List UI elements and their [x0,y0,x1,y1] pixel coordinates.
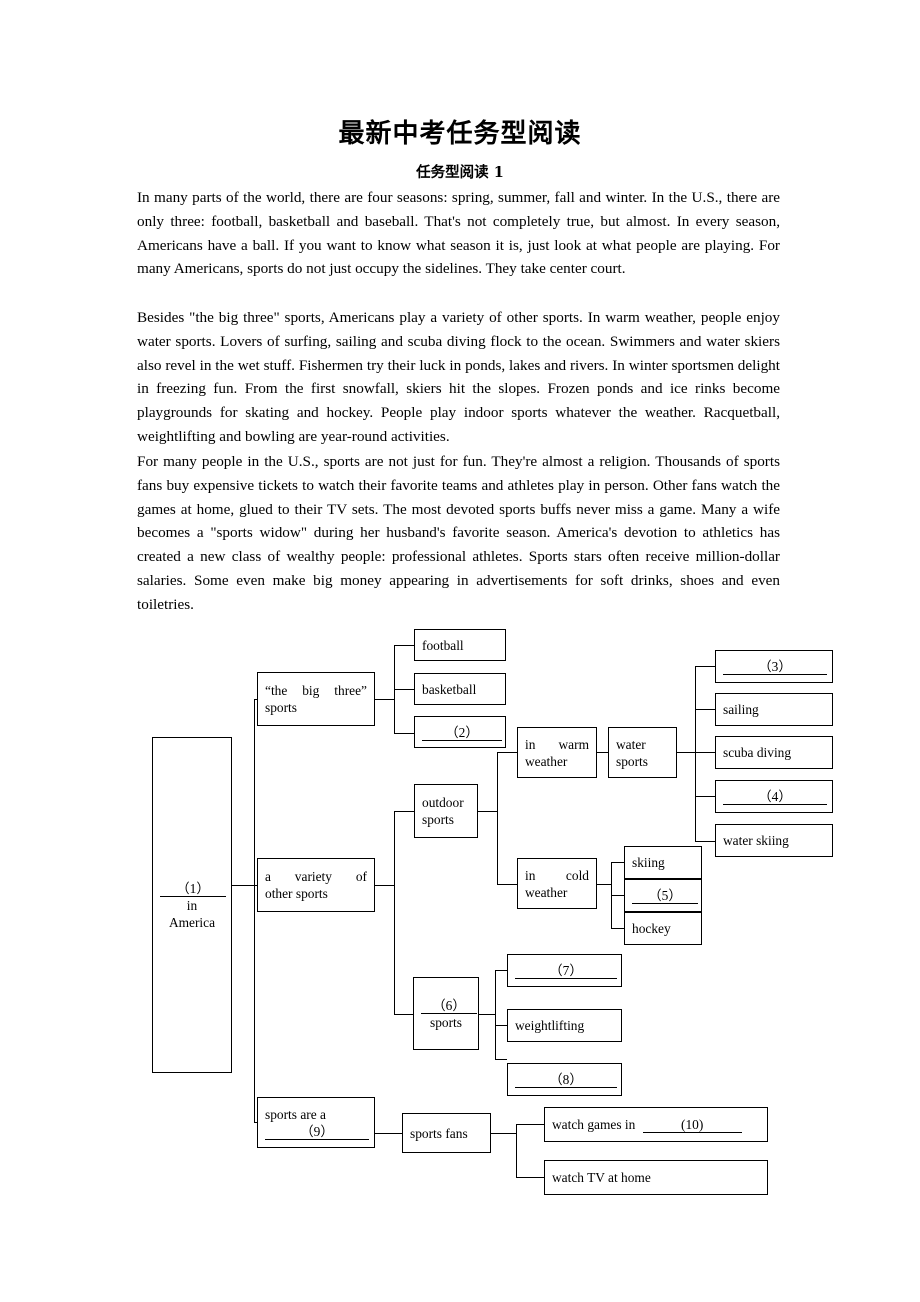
connector-water-out [677,752,695,753]
node-scuba-diving[interactable]: scuba diving [715,736,833,769]
document-page: 最新中考任务型阅读 任务型阅读 1 In many parts of the w… [0,0,920,1302]
connector-to-basketball [394,689,414,690]
connector-to-blank2 [394,733,414,734]
connector-religion-to-fans [375,1133,402,1134]
node-big-three-sports[interactable]: “the big three” sports [257,672,375,726]
variety-line-1: a variety of [265,869,367,884]
blank-6: （6） [421,998,477,1014]
connector-fans-spine [516,1124,517,1177]
node-blank-3[interactable]: （3） [715,650,833,683]
node-sports-fans[interactable]: sports fans [402,1113,491,1153]
connector-to-waterskiing [695,841,715,842]
node-outdoor-sports[interactable]: outdoor sports [414,784,478,838]
blank-4: （4） [723,789,827,805]
node-blank-6-sports[interactable]: （6） sports [413,977,479,1050]
node-root-sports-in-america[interactable]: （1） in America [152,737,232,1073]
connector-to-football [394,645,414,646]
connector-to-skiing [611,862,624,863]
connector-cold-out [597,884,611,885]
blank-10: (10) [642,1117,742,1133]
node-sports-are-a-religion[interactable]: sports are a （9） [257,1097,375,1148]
root-line-3: America [168,914,216,930]
blank-7: （7） [515,963,617,979]
node-sailing[interactable]: sailing [715,693,833,726]
connector-variety-out [375,885,394,886]
node-water-sports[interactable]: water sports [608,727,677,778]
node-weightlifting[interactable]: weightlifting [507,1009,622,1042]
connector-fans-out [491,1133,516,1134]
connector-water-spine [695,666,696,841]
connector-warm-to-water [597,752,608,753]
connector-to-blank8 [495,1059,507,1060]
connector-to-blank7 [495,970,507,971]
blank-5: （5） [632,888,698,904]
node-blank-7[interactable]: （7） [507,954,622,987]
connector-indoor-out [478,1014,495,1015]
blank-2: （2） [422,725,502,741]
connector-outdoor-out [478,811,497,812]
node-blank-5[interactable]: （5） [624,879,702,912]
node-football[interactable]: football [414,629,506,661]
task-reading-diagram: （1） in America “the big three” sports fo… [0,0,920,1302]
connector-to-outdoor [394,811,414,812]
node-watch-tv-at-home[interactable]: watch TV at home [544,1160,768,1195]
connector-outdoor-spine [497,752,498,884]
node-basketball[interactable]: basketball [414,673,506,705]
watch-games-prefix: watch games in [552,1117,636,1132]
connector-to-blank3 [695,666,715,667]
node-water-skiing[interactable]: water skiing [715,824,833,857]
connector-to-indoor [394,1014,414,1015]
connector-to-blank4 [695,796,715,797]
blank-1: （1） [160,881,226,897]
root-line-2: in [186,897,198,913]
node-blank-2[interactable]: （2） [414,716,506,748]
node-in-warm-weather[interactable]: in warm weather [517,727,597,778]
node-variety-of-other-sports[interactable]: a variety of other sports [257,858,375,912]
blank-8: （8） [515,1072,617,1088]
connector-to-blank5 [611,895,624,896]
variety-line-2: other sports [265,886,328,901]
connector-indoor-spine [495,970,496,1059]
node-watch-games-in[interactable]: watch games in (10) [544,1107,768,1142]
connector-to-watchtv [516,1177,544,1178]
connector-to-scuba [695,752,715,753]
connector-variety-spine [394,811,395,1014]
node-blank-4[interactable]: （4） [715,780,833,813]
node-in-cold-weather[interactable]: in cold weather [517,858,597,909]
connector-to-warm [497,752,517,753]
connector-main-spine [254,699,255,1123]
connector-to-sailing [695,709,715,710]
big-three-line-1: “the big three” [265,683,367,698]
connector-to-watchgames [516,1124,544,1125]
node-blank-8[interactable]: （8） [507,1063,622,1096]
connector-to-hockey [611,928,624,929]
blank-9: （9） [265,1124,369,1140]
connector-bigthree-out [375,699,394,700]
node-hockey[interactable]: hockey [624,912,702,945]
connector-to-cold [497,884,517,885]
connector-to-weightlifting [495,1025,507,1026]
big-three-line-2: sports [265,700,297,715]
node-skiing[interactable]: skiing [624,846,702,879]
connector-root-out [232,885,254,886]
blank-3: （3） [723,659,827,675]
